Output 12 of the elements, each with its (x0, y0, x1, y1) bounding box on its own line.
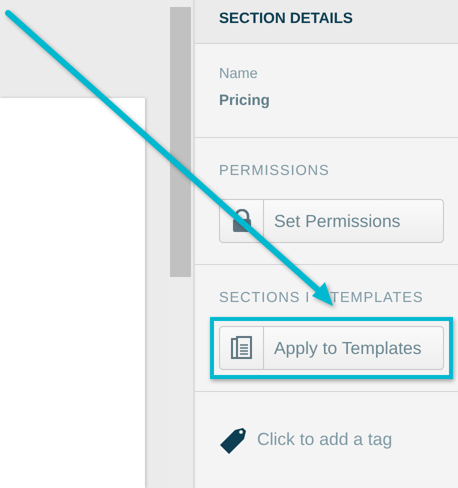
section-label: SECTIONS I (219, 289, 310, 308)
lock-icon (232, 208, 252, 233)
scrollbar-thumb[interactable] (170, 7, 191, 277)
action-button[interactable]: Set Permissions (219, 198, 444, 243)
add-tag-link[interactable]: Click to add a tag (257, 426, 392, 452)
documents-icon (230, 336, 252, 360)
panel-title: SECTION DETAILS (195, 0, 458, 44)
section-label: PERMISSIONS (219, 162, 331, 181)
section-label: TEMPLATES (330, 289, 424, 308)
field-label: Name (219, 65, 259, 84)
field-value: Pricing (219, 90, 271, 111)
action-button[interactable]: Apply to Templates (219, 326, 444, 370)
